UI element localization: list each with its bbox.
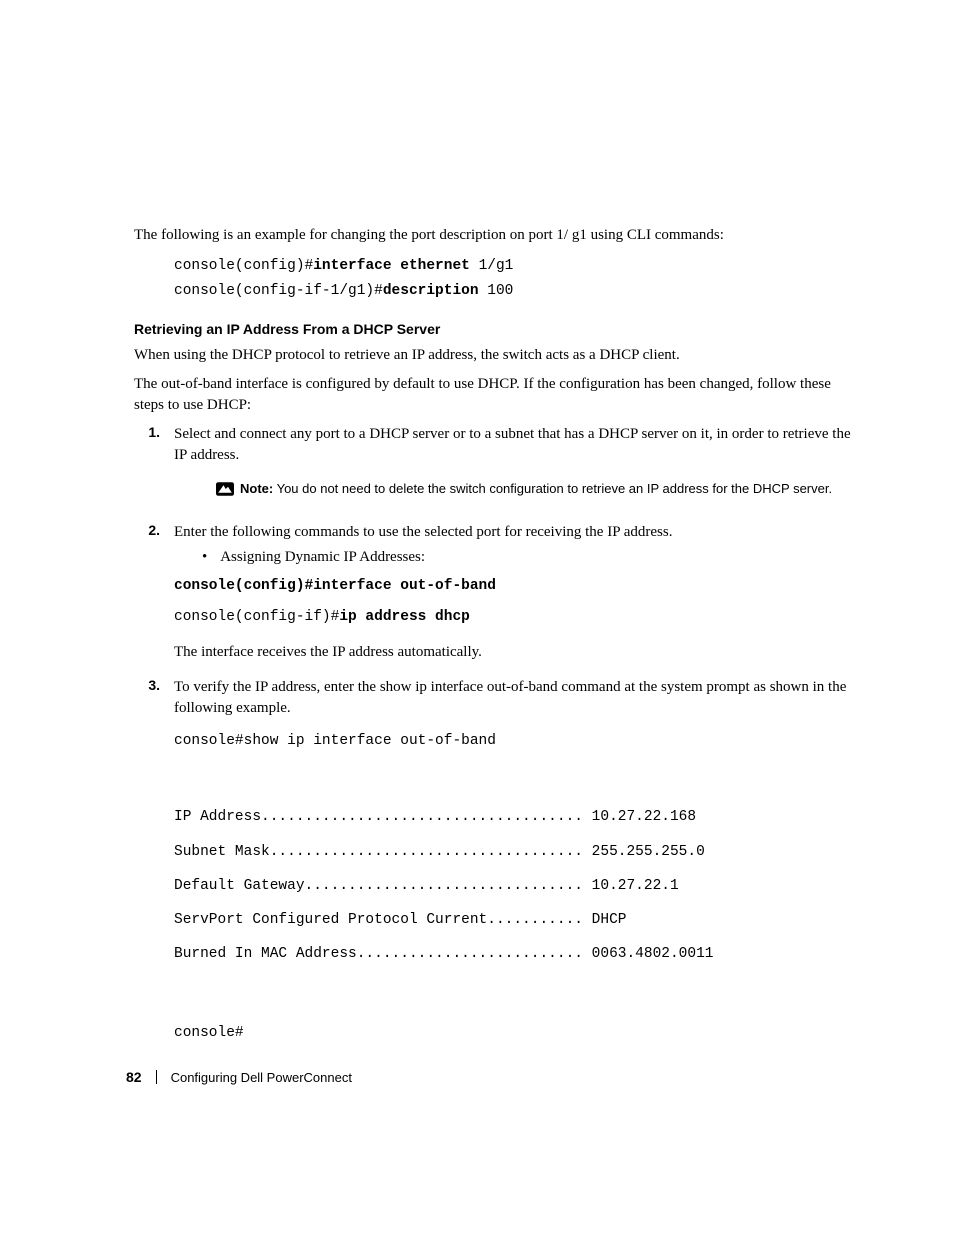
output-line: ServPort Configured Protocol Current....… <box>174 906 864 934</box>
list-item: 2. Enter the following commands to use t… <box>134 522 864 662</box>
code-prompt: console(config-if)# <box>174 609 339 625</box>
step-number: 2. <box>134 522 160 662</box>
output-line: Default Gateway.........................… <box>174 872 864 900</box>
code-prompt: console(config-if-1/g1)# <box>174 283 383 299</box>
footer-separator <box>156 1070 157 1084</box>
step-number: 3. <box>134 677 160 1053</box>
code-command: ip address dhcp <box>339 609 470 625</box>
paragraph: The out-of-band interface is configured … <box>134 374 864 416</box>
note-label: Note: <box>240 481 273 496</box>
code-argument: 1/g1 <box>470 258 514 274</box>
note-text: You do not need to delete the switch con… <box>273 481 832 496</box>
paragraph: When using the DHCP protocol to retrieve… <box>134 345 864 366</box>
list-item: 3. To verify the IP address, enter the s… <box>134 677 864 1053</box>
output-line: IP Address..............................… <box>174 803 864 831</box>
step-number: 1. <box>134 424 160 512</box>
list-item: 1. Select and connect any port to a DHCP… <box>134 424 864 512</box>
section-heading: Retrieving an IP Address From a DHCP Ser… <box>134 321 864 337</box>
step-text: Enter the following commands to use the … <box>174 524 672 540</box>
intro-paragraph: The following is an example for changing… <box>134 225 864 246</box>
example-code-block: console(config)#interface ethernet 1/g1 … <box>174 254 864 303</box>
code-line: console(config-if)#ip address dhcp <box>174 605 864 630</box>
code-line: console#show ip interface out-of-band <box>174 729 864 754</box>
page-number: 82 <box>126 1069 142 1085</box>
code-line: console(config)#interface out-of-band <box>174 574 864 599</box>
console-prompt: console# <box>174 1019 864 1047</box>
note-icon <box>216 482 234 496</box>
code-command: description <box>383 283 479 299</box>
code-command: interface ethernet <box>313 258 470 274</box>
note-row: Note: You do not need to delete the swit… <box>216 480 864 498</box>
output-line: Subnet Mask.............................… <box>174 838 864 866</box>
output-line: Burned In MAC Address...................… <box>174 940 864 968</box>
steps-list: 1. Select and connect any port to a DHCP… <box>134 424 864 1053</box>
code-argument: 100 <box>479 283 514 299</box>
step-after-text: The interface receives the IP address au… <box>174 642 864 663</box>
code-prompt: console(config)# <box>174 258 313 274</box>
step-text: Select and connect any port to a DHCP se… <box>174 426 851 463</box>
step-text: To verify the IP address, enter the show… <box>174 679 846 716</box>
document-page: The following is an example for changing… <box>0 0 954 1235</box>
bullet-item: Assigning Dynamic IP Addresses: <box>202 547 864 568</box>
footer-title: Configuring Dell PowerConnect <box>171 1070 352 1085</box>
page-footer: 82 Configuring Dell PowerConnect <box>126 1069 352 1085</box>
